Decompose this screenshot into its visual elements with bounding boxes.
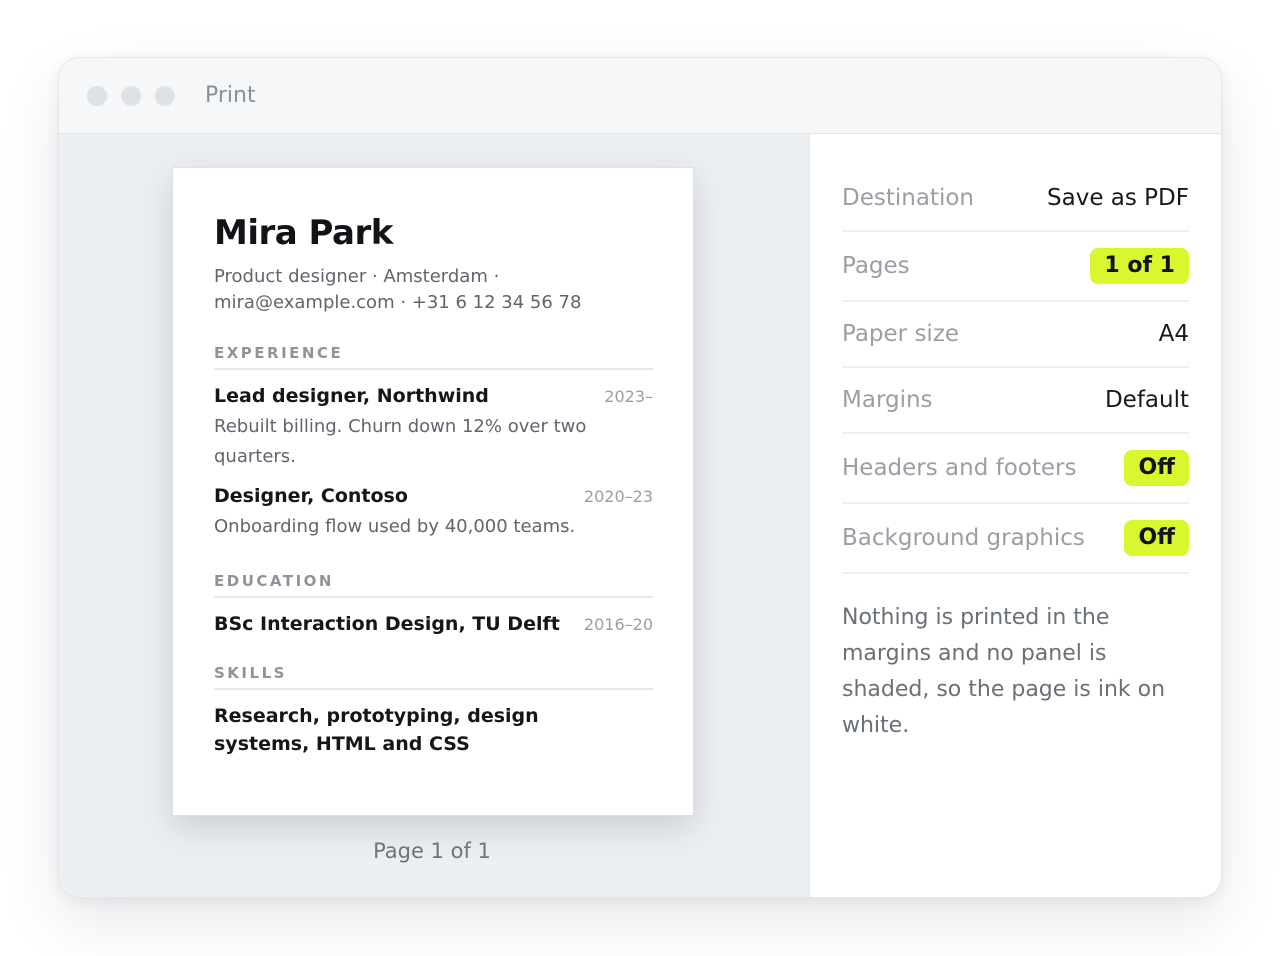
- skills-text: Research, prototyping, design systems, H…: [214, 705, 539, 755]
- skills-heading: SKILLS: [214, 664, 653, 690]
- entry-description: Rebuilt billing. Churn down 12% over two…: [214, 416, 587, 467]
- page-indicator: Page 1 of 1: [373, 839, 491, 863]
- experience-heading: EXPERIENCE: [214, 344, 653, 370]
- setting-label: Headers and footers: [842, 455, 1077, 481]
- setting-label: Paper size: [842, 321, 960, 347]
- margins-value[interactable]: Default: [1105, 387, 1189, 413]
- pages-value-badge[interactable]: 1 of 1: [1090, 248, 1189, 284]
- print-settings-pane: Destination Save as PDF Pages 1 of 1 Pap…: [809, 134, 1221, 897]
- paper-size-setting[interactable]: Paper size A4: [842, 302, 1189, 368]
- resume-name: Mira Park: [214, 213, 393, 253]
- setting-label: Background graphics: [842, 525, 1085, 551]
- headers-footers-toggle[interactable]: Off: [1124, 450, 1189, 486]
- entry-date: 2016–20: [583, 615, 653, 634]
- title-bar: Print: [59, 58, 1221, 134]
- education-heading: EDUCATION: [214, 572, 653, 598]
- pages-setting[interactable]: Pages 1 of 1: [842, 232, 1189, 302]
- entry-title: Lead designer, Northwind: [214, 385, 489, 407]
- window-title: Print: [205, 83, 256, 108]
- margins-setting[interactable]: Margins Default: [842, 368, 1189, 434]
- entry-date: 2023–: [604, 387, 653, 406]
- experience-entry: Designer, Contoso 2020–23 Onboarding flo…: [214, 482, 653, 542]
- setting-label: Pages: [842, 253, 910, 279]
- resume-contact: Product designer · Amsterdam · mira@exam…: [214, 266, 582, 313]
- maximize-window-dot[interactable]: [155, 85, 175, 106]
- destination-setting[interactable]: Destination Save as PDF: [842, 134, 1189, 232]
- close-window-dot[interactable]: [87, 85, 107, 106]
- print-preview-pane: Mira Park Product designer · Amsterdam ·…: [59, 134, 809, 897]
- headers-footers-setting[interactable]: Headers and footers Off: [842, 434, 1189, 504]
- background-graphics-toggle[interactable]: Off: [1124, 520, 1189, 556]
- settings-note: Nothing is printed in the margins and no…: [842, 605, 1166, 738]
- education-entry: BSc Interaction Design, TU Delft 2016–20: [214, 610, 653, 638]
- experience-entry: Lead designer, Northwind 2023– Rebuilt b…: [214, 382, 653, 472]
- preview-page: Mira Park Product designer · Amsterdam ·…: [172, 167, 694, 816]
- paper-size-value[interactable]: A4: [1159, 321, 1189, 347]
- minimize-window-dot[interactable]: [121, 85, 141, 106]
- print-dialog-window: Print Mira Park Product designer · Amste…: [58, 57, 1222, 898]
- setting-label: Destination: [842, 185, 974, 211]
- destination-value[interactable]: Save as PDF: [1047, 185, 1189, 211]
- entry-description: Onboarding flow used by 40,000 teams.: [214, 516, 576, 537]
- background-graphics-setting[interactable]: Background graphics Off: [842, 504, 1189, 574]
- setting-label: Margins: [842, 387, 933, 413]
- entry-date: 2020–23: [583, 487, 653, 506]
